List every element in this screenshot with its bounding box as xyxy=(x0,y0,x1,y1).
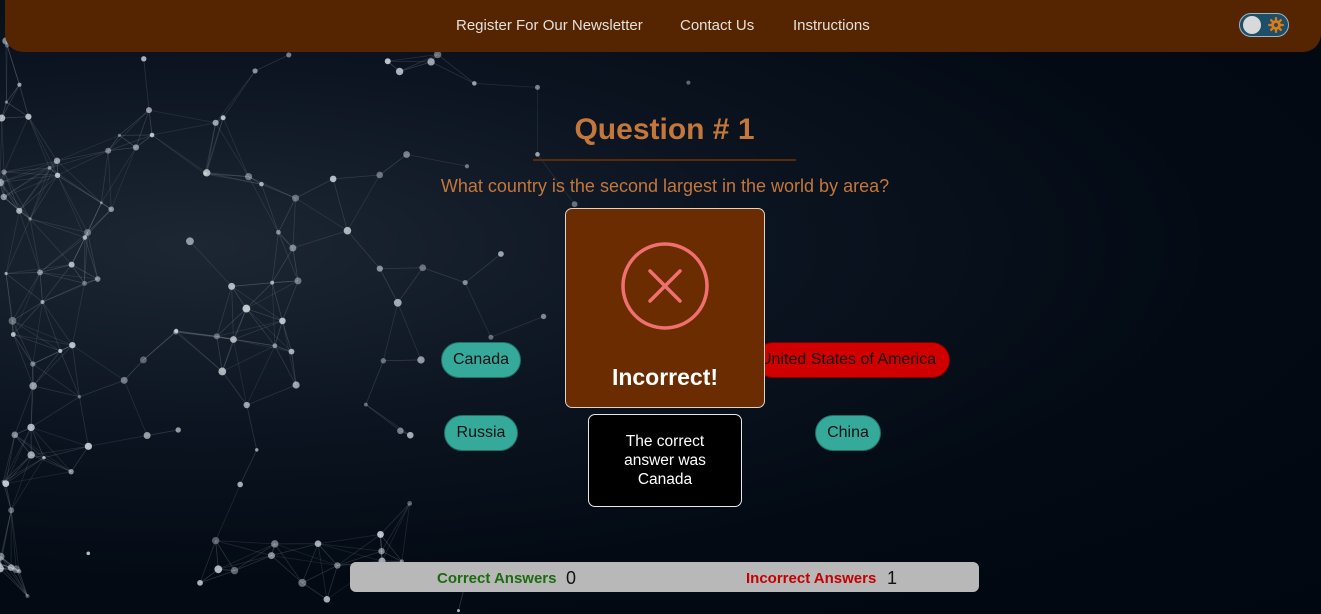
correct-answers-count: 0 xyxy=(566,568,577,588)
correct-answer-tooltip: The correct answer was Canada xyxy=(588,414,742,507)
answer-button-canada[interactable]: Canada xyxy=(441,342,521,378)
toggle-knob xyxy=(1243,16,1261,34)
question-title: Question # 1 xyxy=(574,113,755,146)
answer-button-russia[interactable]: Russia xyxy=(444,415,518,451)
result-modal: Incorrect! xyxy=(565,208,765,408)
theme-toggle[interactable] xyxy=(1239,13,1289,37)
answer-button-china[interactable]: China xyxy=(815,415,881,451)
close-circle-icon xyxy=(621,242,709,330)
question-text: What country is the second largest in th… xyxy=(440,176,890,196)
nav-link-newsletter[interactable]: Register For Our Newsletter xyxy=(456,17,643,34)
result-title: Incorrect! xyxy=(611,364,719,390)
score-bar: Correct Answers 0 Incorrect Answers 1 xyxy=(350,562,979,592)
gear-icon xyxy=(1268,17,1284,33)
answer-button-usa[interactable]: United States of America xyxy=(755,342,950,378)
incorrect-answers-count: 1 xyxy=(887,568,898,588)
navbar: Register For Our Newsletter Contact Us I… xyxy=(5,0,1321,52)
title-divider xyxy=(533,159,796,161)
incorrect-answers-label: Incorrect Answers xyxy=(746,570,877,587)
correct-answers-label: Correct Answers xyxy=(437,570,557,587)
nav-link-contact[interactable]: Contact Us xyxy=(680,17,754,34)
nav-link-instructions[interactable]: Instructions xyxy=(793,17,870,34)
